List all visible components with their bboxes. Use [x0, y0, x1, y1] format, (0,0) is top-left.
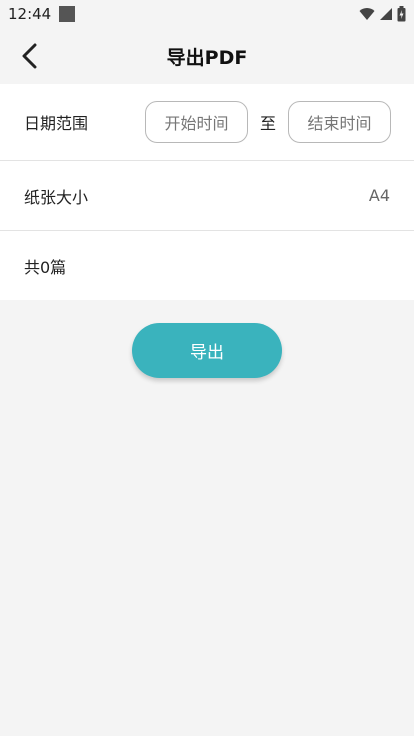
status-left: 12:44 [8, 5, 76, 23]
notification-square-icon [59, 6, 76, 22]
status-right [359, 6, 406, 22]
paper-size-label: 纸张大小 [24, 187, 89, 207]
battery-icon [397, 6, 406, 22]
article-count-row: 共0篇 [0, 230, 414, 300]
cellular-signal-icon [380, 8, 392, 20]
end-date-field[interactable]: 结束时间 [288, 101, 391, 143]
start-date-field[interactable]: 开始时间 [144, 101, 248, 143]
paper-size-row[interactable]: 纸张大小 A4 [0, 160, 414, 230]
paper-size-value: A4 [368, 186, 390, 205]
article-count-label: 共0篇 [24, 257, 67, 277]
export-settings-card: 日期范围 开始时间 至 结束时间 纸张大小 A4 共0篇 [0, 84, 414, 300]
app-bar: 导出PDF [0, 28, 414, 84]
export-button[interactable]: 导出 [132, 323, 282, 378]
date-range-label: 日期范围 [24, 114, 89, 133]
date-range-separator: 至 [259, 114, 276, 133]
date-range-picker: 开始时间 至 结束时间 [144, 101, 391, 143]
chevron-left-icon [22, 43, 37, 69]
status-time: 12:44 [8, 5, 52, 23]
status-bar: 12:44 [0, 0, 414, 28]
date-range-row: 日期范围 开始时间 至 结束时间 [0, 84, 414, 160]
export-button-wrap: 导出 [0, 323, 414, 378]
page-title: 导出PDF [166, 46, 248, 69]
back-button[interactable] [10, 36, 50, 76]
wifi-icon [359, 8, 375, 20]
